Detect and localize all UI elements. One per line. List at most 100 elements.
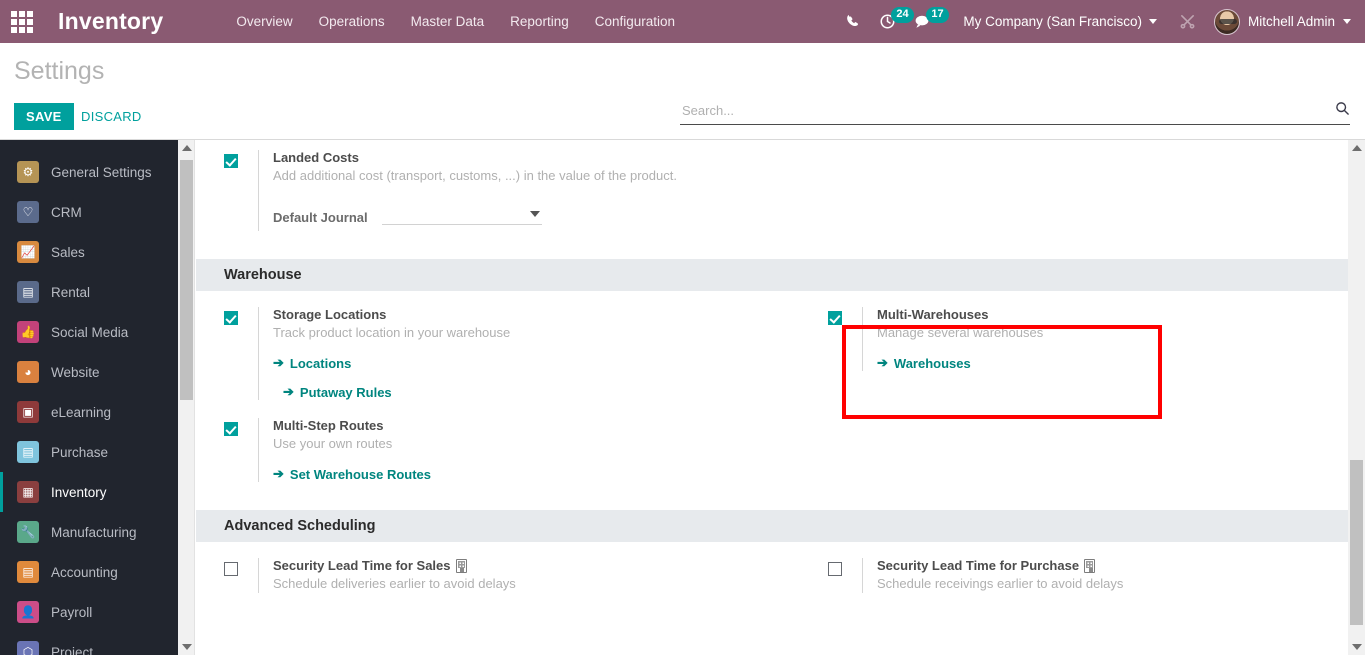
scroll-down-arrow-icon[interactable] [178, 639, 195, 655]
field-label: Default Journal [273, 210, 368, 225]
setting-description: Add additional cost (transport, customs,… [273, 168, 677, 183]
sidebar-item-label: Social Media [51, 324, 129, 340]
sidebar-item-label: Sales [51, 244, 85, 260]
sidebar-item-inventory[interactable]: ▦ Inventory [0, 472, 178, 512]
chart-line-icon: 📈 [17, 241, 39, 263]
setting-description: Track product location in your warehouse [273, 325, 511, 340]
link-locations[interactable]: ➔ Locations [273, 355, 772, 371]
save-button[interactable]: SAVE [14, 103, 74, 130]
warehouse-row-2: Multi-Step Routes Use your own routes ➔ … [196, 404, 1348, 486]
link-warehouses[interactable]: ➔ Warehouses [877, 355, 1348, 371]
section-heading-advanced-scheduling: Advanced Scheduling [196, 510, 1348, 542]
top-navbar: Inventory Overview Operations Master Dat… [0, 0, 1365, 43]
menu-operations[interactable]: Operations [306, 0, 398, 43]
tools-icon[interactable] [1167, 13, 1208, 30]
setting-body: Multi-Step Routes Use your own routes ➔ … [258, 418, 772, 482]
chat-bubble-icon[interactable]: 17 [905, 0, 949, 43]
user-badge-icon: 👤 [17, 601, 39, 623]
multi-warehouses-checkbox[interactable] [828, 311, 842, 325]
main-scrollbar-thumb[interactable] [1350, 460, 1363, 625]
sidebar-item-label: CRM [51, 204, 82, 220]
setting-body: Landed Costs Add additional cost (transp… [258, 150, 772, 231]
setting-cell: Security Lead Time for Sales Schedule de… [196, 542, 772, 597]
menu-overview[interactable]: Overview [223, 0, 305, 43]
user-name: Mitchell Admin [1247, 14, 1335, 29]
thumbs-up-icon: 👍 [17, 321, 39, 343]
search-input[interactable] [680, 102, 1335, 121]
menu-reporting[interactable]: Reporting [497, 0, 582, 43]
sidebar-item-label: Project [51, 644, 94, 655]
storage-locations-checkbox[interactable] [224, 311, 238, 325]
discard-button[interactable]: DISCARD [72, 103, 151, 130]
setting-cell: Storage Locations Track product location… [196, 291, 772, 404]
multi-step-routes-checkbox[interactable] [224, 422, 238, 436]
setting-body: Storage Locations Track product location… [258, 307, 772, 400]
sidebar-item-social-media[interactable]: 👍 Social Media [0, 312, 178, 352]
phone-icon[interactable] [837, 0, 870, 43]
company-name: My Company (San Francisco) [963, 14, 1142, 29]
setting-security-lead-time-purchase: Security Lead Time for Purchase Schedule… [772, 542, 1348, 597]
link-label: Warehouses [893, 355, 971, 371]
sidebar-item-purchase[interactable]: ▤ Purchase [0, 432, 178, 472]
avatar [1213, 8, 1240, 35]
scroll-down-arrow-icon[interactable] [1348, 639, 1365, 655]
menu-configuration[interactable]: Configuration [582, 0, 688, 43]
company-selector[interactable]: My Company (San Francisco) [941, 14, 1167, 29]
sidebar-scrollbar-thumb[interactable] [180, 160, 193, 400]
link-putaway-rules[interactable]: ➔ Putaway Rules [273, 384, 772, 400]
sidebar-item-accounting[interactable]: ▤ Accounting [0, 552, 178, 592]
globe-icon: ◕ [17, 361, 39, 383]
puzzle-icon: ⬡ [17, 641, 39, 655]
activity-clock-icon[interactable]: 24 [870, 0, 914, 43]
landed-costs-checkbox[interactable] [224, 154, 238, 168]
scroll-up-arrow-icon[interactable] [1348, 140, 1365, 156]
sidebar-item-general-settings[interactable]: ⚙ General Settings [0, 152, 178, 192]
card-icon: ▤ [17, 441, 39, 463]
link-label: Locations [289, 355, 352, 371]
setting-title: Security Lead Time for Purchase [877, 558, 1348, 573]
sidebar-item-manufacturing[interactable]: 🔧 Manufacturing [0, 512, 178, 552]
setting-description: Schedule receivings earlier to avoid del… [877, 576, 1124, 591]
search-bar[interactable] [680, 99, 1350, 125]
sidebar-item-payroll[interactable]: 👤 Payroll [0, 592, 178, 632]
setting-title: Storage Locations [273, 307, 387, 322]
landed-costs-row: Landed Costs Add additional cost (transp… [196, 140, 1348, 235]
setting-description: Use your own routes [273, 436, 393, 451]
menu-master-data[interactable]: Master Data [398, 0, 498, 43]
main-scrollbar[interactable] [1348, 140, 1365, 655]
sidebar-item-rental[interactable]: ▤ Rental [0, 272, 178, 312]
security-lead-time-sales-checkbox[interactable] [224, 562, 238, 576]
arrow-right-icon: ➔ [283, 384, 294, 399]
sidebar-item-label: Payroll [51, 604, 93, 620]
sidebar-item-project[interactable]: ⬡ Project [0, 632, 178, 655]
scroll-up-arrow-icon[interactable] [178, 140, 195, 156]
sidebar-scrollbar[interactable] [178, 140, 195, 655]
apps-grid-icon[interactable] [0, 0, 44, 43]
control-panel: Settings SAVE DISCARD [0, 43, 1365, 140]
app-brand-title[interactable]: Inventory [58, 8, 163, 35]
setting-security-lead-time-sales: Security Lead Time for Sales Schedule de… [196, 542, 772, 597]
security-lead-time-purchase-checkbox[interactable] [828, 562, 842, 576]
chevron-down-icon [1343, 19, 1351, 24]
sidebar-item-sales[interactable]: 📈 Sales [0, 232, 178, 272]
setting-multi-step-routes: Multi-Step Routes Use your own routes ➔ … [196, 404, 772, 486]
sidebar-item-elearning[interactable]: ▣ eLearning [0, 392, 178, 432]
building-icon [455, 558, 467, 573]
sidebar-item-website[interactable]: ◕ Website [0, 352, 178, 392]
sidebar-item-crm[interactable]: ♡ CRM [0, 192, 178, 232]
gear-icon: ⚙ [17, 161, 39, 183]
default-journal-select[interactable] [381, 203, 542, 225]
setting-title: Multi-Warehouses [877, 307, 989, 322]
arrow-right-icon: ➔ [273, 466, 284, 481]
setting-cell: Multi-Warehouses Manage several warehous… [772, 291, 1348, 404]
search-icon[interactable] [1335, 101, 1350, 123]
setting-cell-empty [772, 404, 1348, 486]
setting-body: Security Lead Time for Sales Schedule de… [258, 558, 772, 593]
settings-sidebar[interactable]: ⚙ General Settings ♡ CRM 📈 Sales ▤ Renta… [0, 140, 178, 655]
page-title: Settings [14, 57, 105, 85]
user-menu[interactable]: Mitchell Admin [1208, 8, 1365, 35]
sidebar-item-label: Website [51, 364, 100, 380]
link-set-warehouse-routes[interactable]: ➔ Set Warehouse Routes [273, 466, 772, 482]
main-menu: Overview Operations Master Data Reportin… [223, 0, 688, 43]
